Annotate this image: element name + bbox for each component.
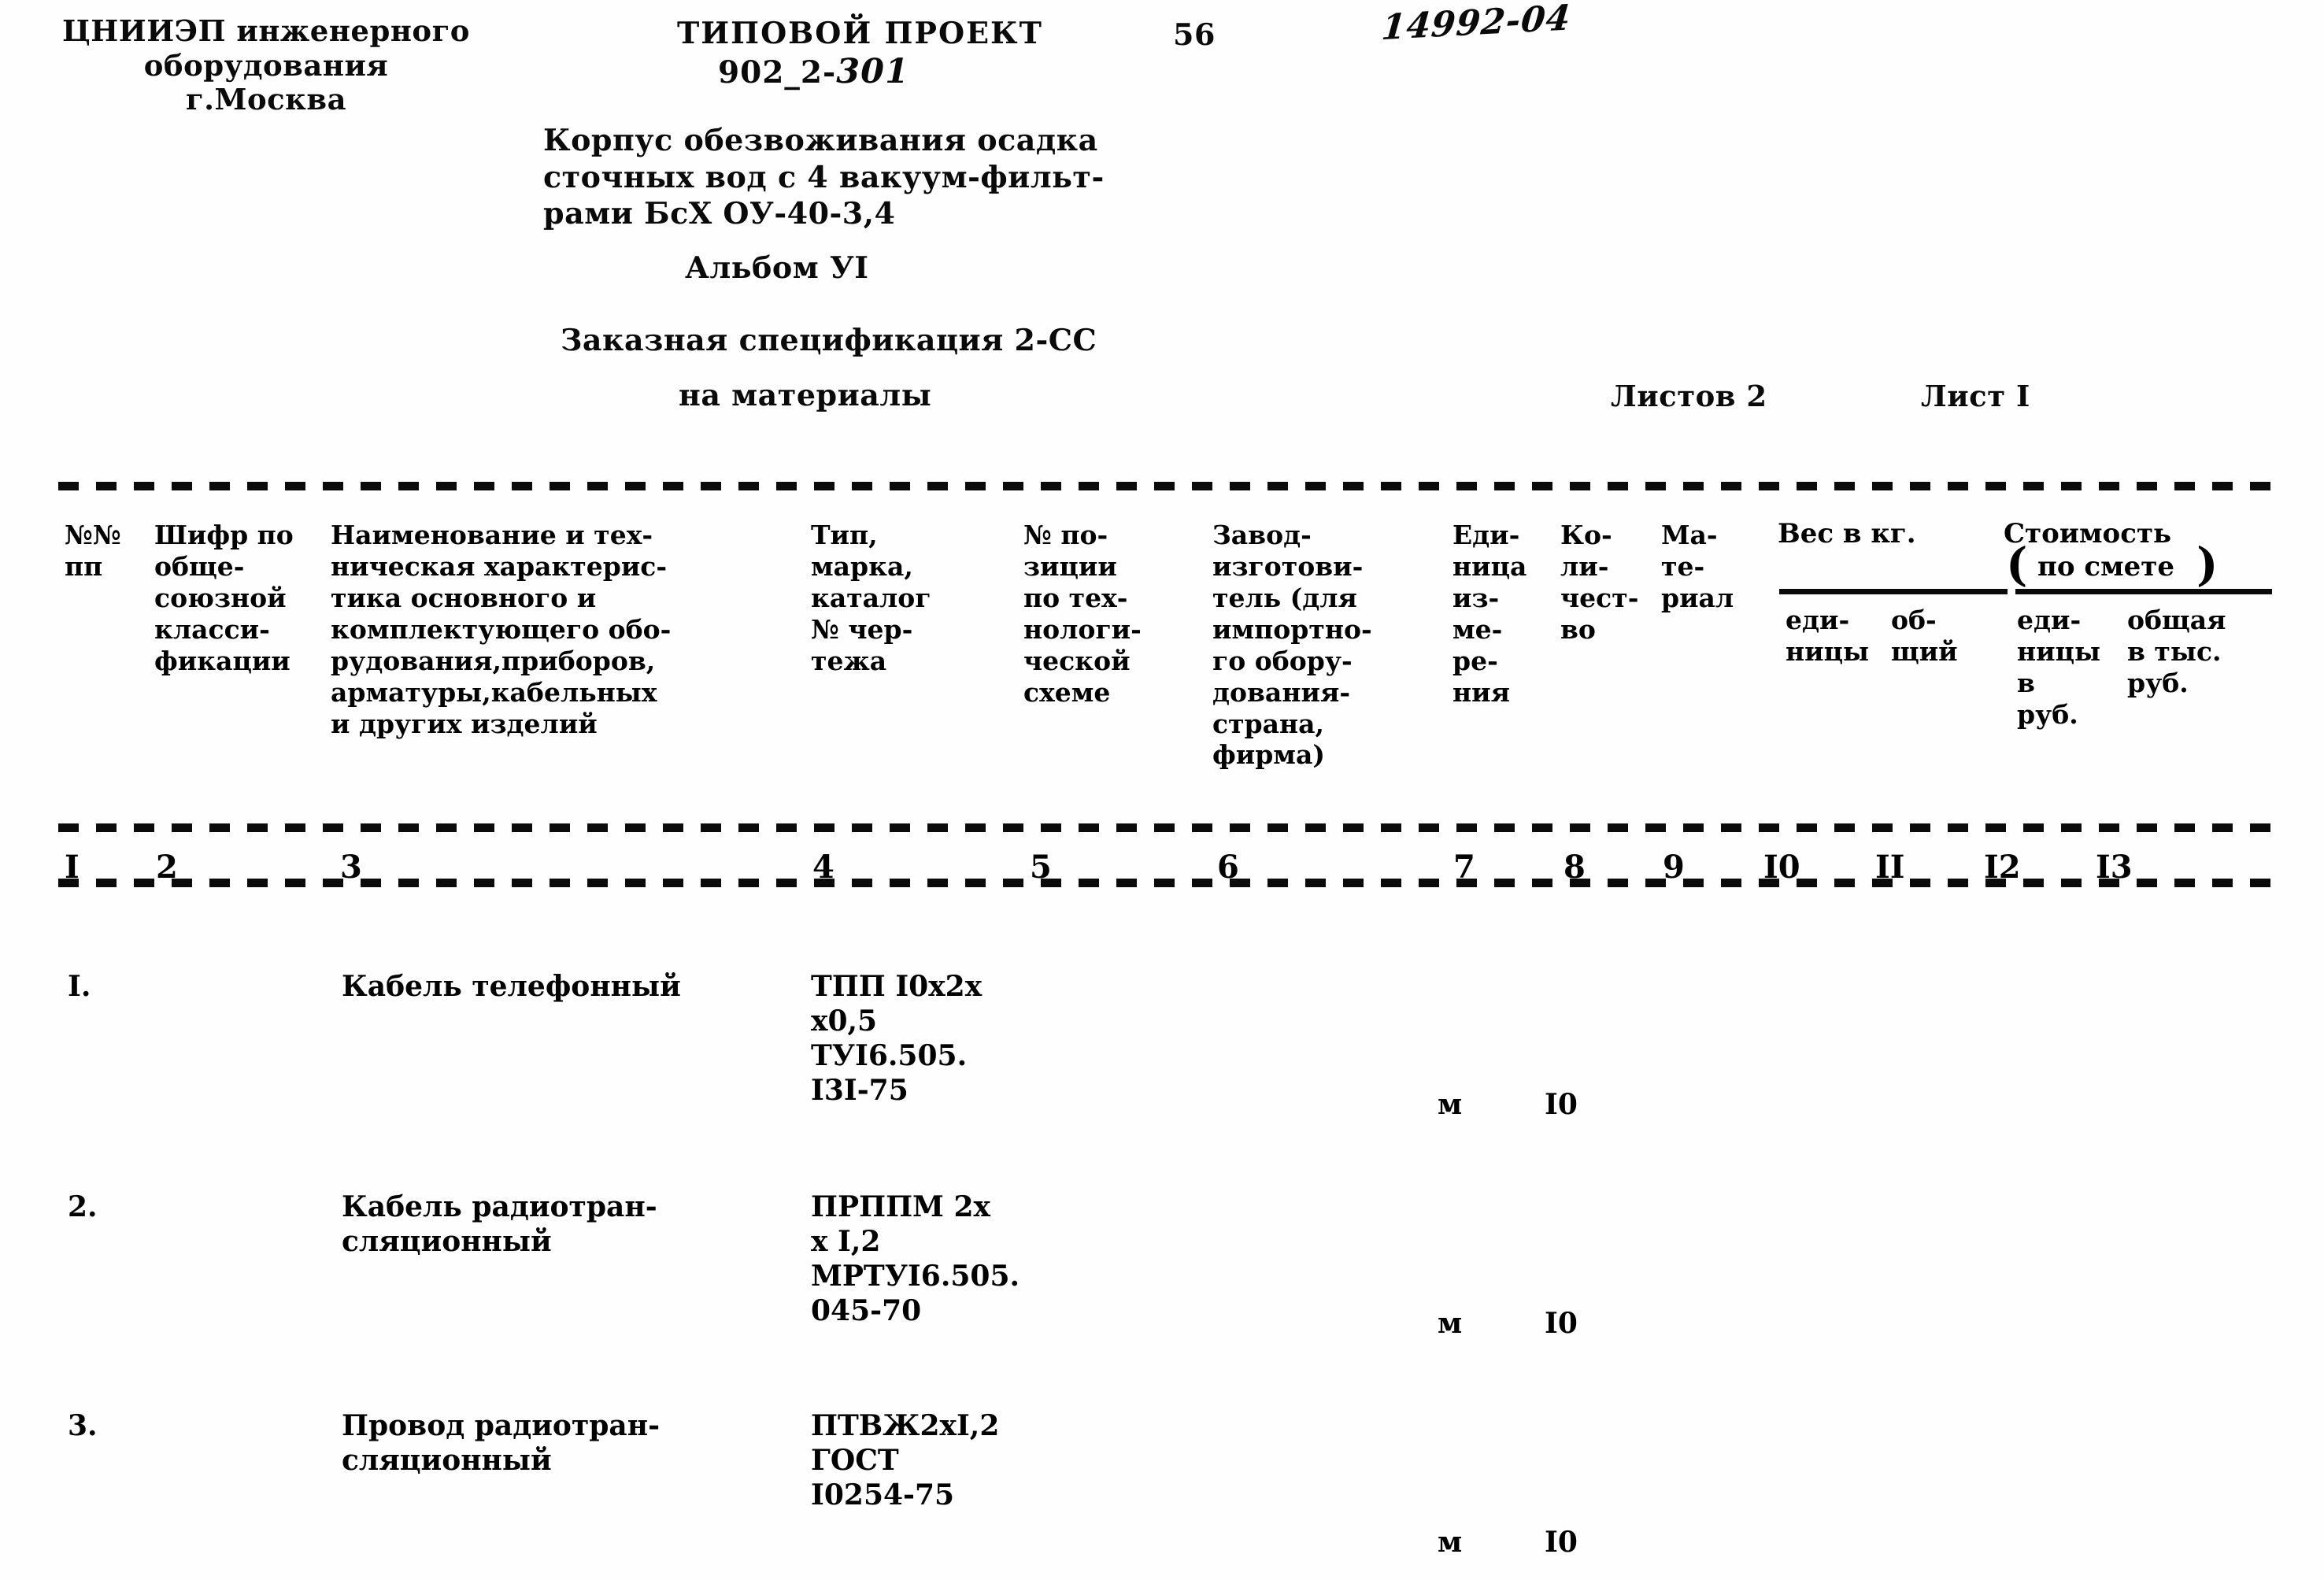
- column-header-cost-total: общая в тыс. руб.: [2127, 605, 2226, 698]
- project-code-handwritten: 301: [836, 52, 909, 91]
- column-group-header-weight: Вес в кг.: [1778, 518, 1916, 549]
- column-header-material: Ма- те- риал: [1661, 520, 1734, 613]
- weight-group-underline: [1779, 589, 2008, 594]
- column-header-type-brand-catalog: Тип, марка, каталог № чер- тежа: [811, 520, 931, 676]
- sheet-number-label: Лист I: [1921, 379, 2030, 413]
- column-number-11: II: [1875, 849, 1905, 886]
- column-header-manufacturer: Завод- изготови- тель (для импортно- го …: [1212, 520, 1372, 771]
- column-number-12: I2: [1984, 849, 2021, 886]
- table-row: 2.: [68, 1190, 98, 1223]
- column-number-6: 6: [1217, 849, 1239, 886]
- column-number-5: 5: [1030, 849, 1052, 886]
- column-header-index: №№ пп: [65, 520, 121, 582]
- column-header-name-and-specs: Наименование и тех- ническая характерис-…: [331, 520, 672, 739]
- row-unit-cell: м: [1438, 1526, 1463, 1559]
- column-number-9: 9: [1663, 849, 1685, 886]
- table-numbers-rule: [58, 879, 2272, 887]
- column-number-10: I0: [1763, 849, 1800, 886]
- column-number-4: 4: [812, 849, 834, 886]
- column-number-7: 7: [1453, 849, 1475, 886]
- row-unit-cell: м: [1438, 1088, 1463, 1121]
- page-number: 56: [1173, 17, 1216, 52]
- column-number-13: I3: [2096, 849, 2133, 886]
- organization-block: ЦНИИЭП инженерного оборудования г.Москва: [62, 13, 470, 117]
- row-quantity-cell: I0: [1545, 1307, 1578, 1340]
- column-header-classification-code: Шифр по обще- союзной класси- фикации: [154, 520, 294, 676]
- row-quantity-cell: I0: [1545, 1088, 1578, 1121]
- album-label: Альбом УI: [685, 250, 869, 285]
- row-type-cell: ПРППМ 2х х I,2 МРТУI6.505. 045-70: [811, 1190, 1020, 1327]
- column-header-cost-per-unit: еди- ницы в руб.: [2017, 605, 2101, 730]
- open-paren-glyph: (: [2006, 538, 2028, 591]
- archive-stamp-number: 14992-04: [1379, 0, 1573, 49]
- specification-title: Заказная спецификация 2-СС: [561, 322, 1097, 357]
- column-number-8: 8: [1564, 849, 1586, 886]
- project-code-prefix: 902_2-: [718, 54, 837, 91]
- table-top-rule: [58, 482, 2272, 490]
- table-row: 3.: [68, 1409, 98, 1442]
- column-header-quantity: Ко- ли- чест- во: [1560, 520, 1639, 645]
- sheets-total-label: Листов 2: [1611, 379, 1767, 413]
- table-row: I.: [68, 970, 91, 1003]
- column-header-weight-total: об- щий: [1891, 605, 1958, 667]
- specification-subtitle: на материалы: [679, 377, 932, 413]
- cost-group-underline: [2015, 589, 2272, 594]
- document-kind-label: ТИПОВОЙ ПРОЕКТ: [677, 15, 1043, 50]
- object-title: Корпус обезвоживания осадка сточных вод …: [543, 122, 1105, 231]
- row-quantity-cell: I0: [1545, 1526, 1578, 1559]
- row-name-cell: Провод радиотран- сляционный: [342, 1409, 661, 1477]
- column-number-1: I: [65, 849, 80, 886]
- column-header-unit-of-measure: Еди- ница из- ме- ре- ния: [1452, 520, 1527, 708]
- column-header-weight-per-unit: еди- ницы: [1786, 605, 1870, 667]
- close-paren-glyph: ): [2196, 538, 2219, 591]
- row-type-cell: ТПП I0x2x x0,5 ТУI6.505. I3I-75: [811, 970, 983, 1107]
- table-header-rule: [58, 823, 2272, 832]
- column-number-2: 2: [156, 849, 178, 886]
- row-unit-cell: м: [1438, 1307, 1463, 1340]
- column-number-3: 3: [340, 849, 362, 886]
- column-header-position-in-scheme: № по- зиции по тех- нологи- ческой схеме: [1023, 520, 1142, 708]
- column-group-header-cost-note: по смете: [2037, 551, 2174, 583]
- column-group-header-cost: Стоимость: [2004, 518, 2172, 549]
- row-name-cell: Кабель радиотран- сляционный: [342, 1190, 657, 1258]
- row-name-cell: Кабель телефонный: [342, 970, 681, 1003]
- row-type-cell: ПТВЖ2хI,2 ГОСТ I0254-75: [811, 1409, 1000, 1512]
- document-page: ЦНИИЭП инженерного оборудования г.Москва…: [0, 0, 2324, 1580]
- project-code: 902_2-301: [718, 52, 909, 92]
